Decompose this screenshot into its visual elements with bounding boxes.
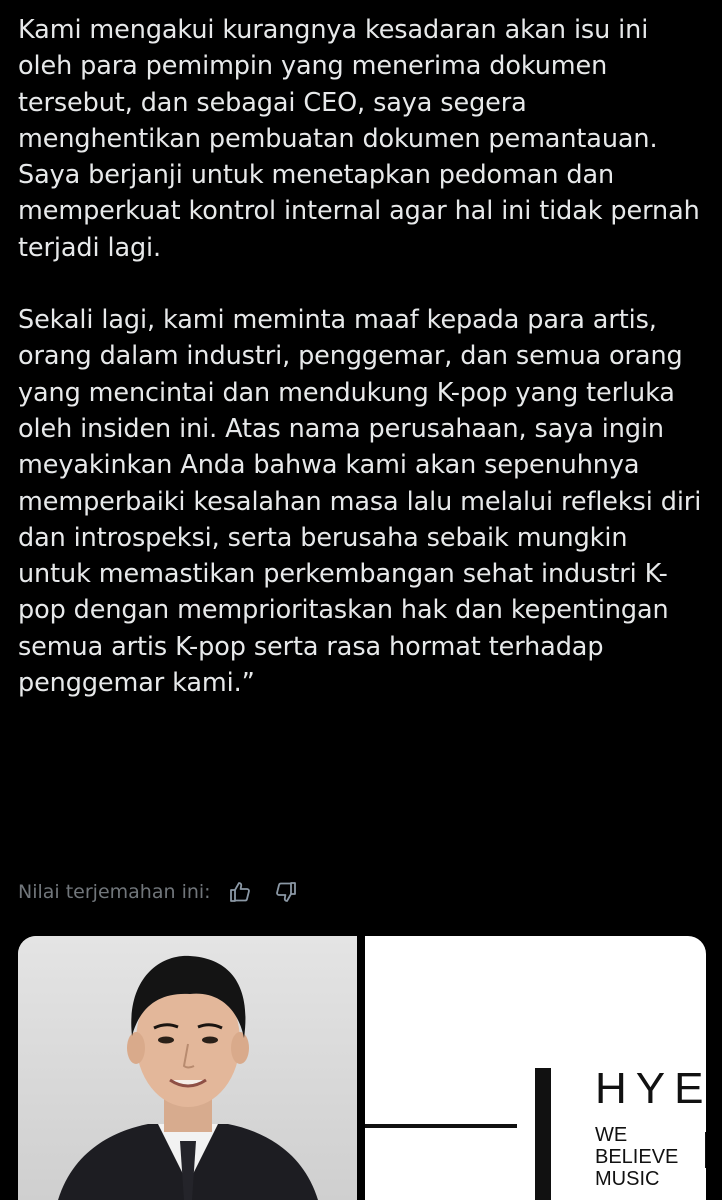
logo-tagline: WE BELIEVE MUSIC	[595, 1124, 678, 1190]
post-paragraph: Sekali lagi, kami meminta maaf kepada pa…	[18, 305, 702, 699]
logo-line	[365, 1124, 517, 1128]
thumbs-down-icon[interactable]	[271, 877, 301, 907]
logo-tagline-line: MUSIC	[595, 1168, 660, 1190]
portrait-illustration	[18, 936, 357, 1200]
portrait-photo[interactable]	[18, 936, 357, 1200]
post-body: Kami mengakui kurangnya kesadaran akan i…	[18, 12, 708, 701]
logo-bar	[535, 1068, 551, 1200]
translation-rating-label: Nilai terjemahan ini:	[18, 881, 211, 903]
thumbs-up-icon[interactable]	[225, 877, 255, 907]
logo-tag-bar	[705, 1132, 706, 1168]
post-paragraph: Kami mengakui kurangnya kesadaran akan i…	[18, 15, 700, 263]
logo-title: HYE	[595, 1064, 706, 1113]
translation-rating: Nilai terjemahan ini:	[18, 876, 317, 908]
media-gallery[interactable]: HYE WE BELIEVE MUSIC	[18, 936, 706, 1200]
media-divider	[357, 936, 365, 1200]
logo-tagline-line: WE	[595, 1124, 628, 1146]
hybe-logo-image[interactable]: HYE WE BELIEVE MUSIC	[365, 936, 706, 1200]
logo-tagline-line: BELIEVE	[595, 1146, 679, 1168]
